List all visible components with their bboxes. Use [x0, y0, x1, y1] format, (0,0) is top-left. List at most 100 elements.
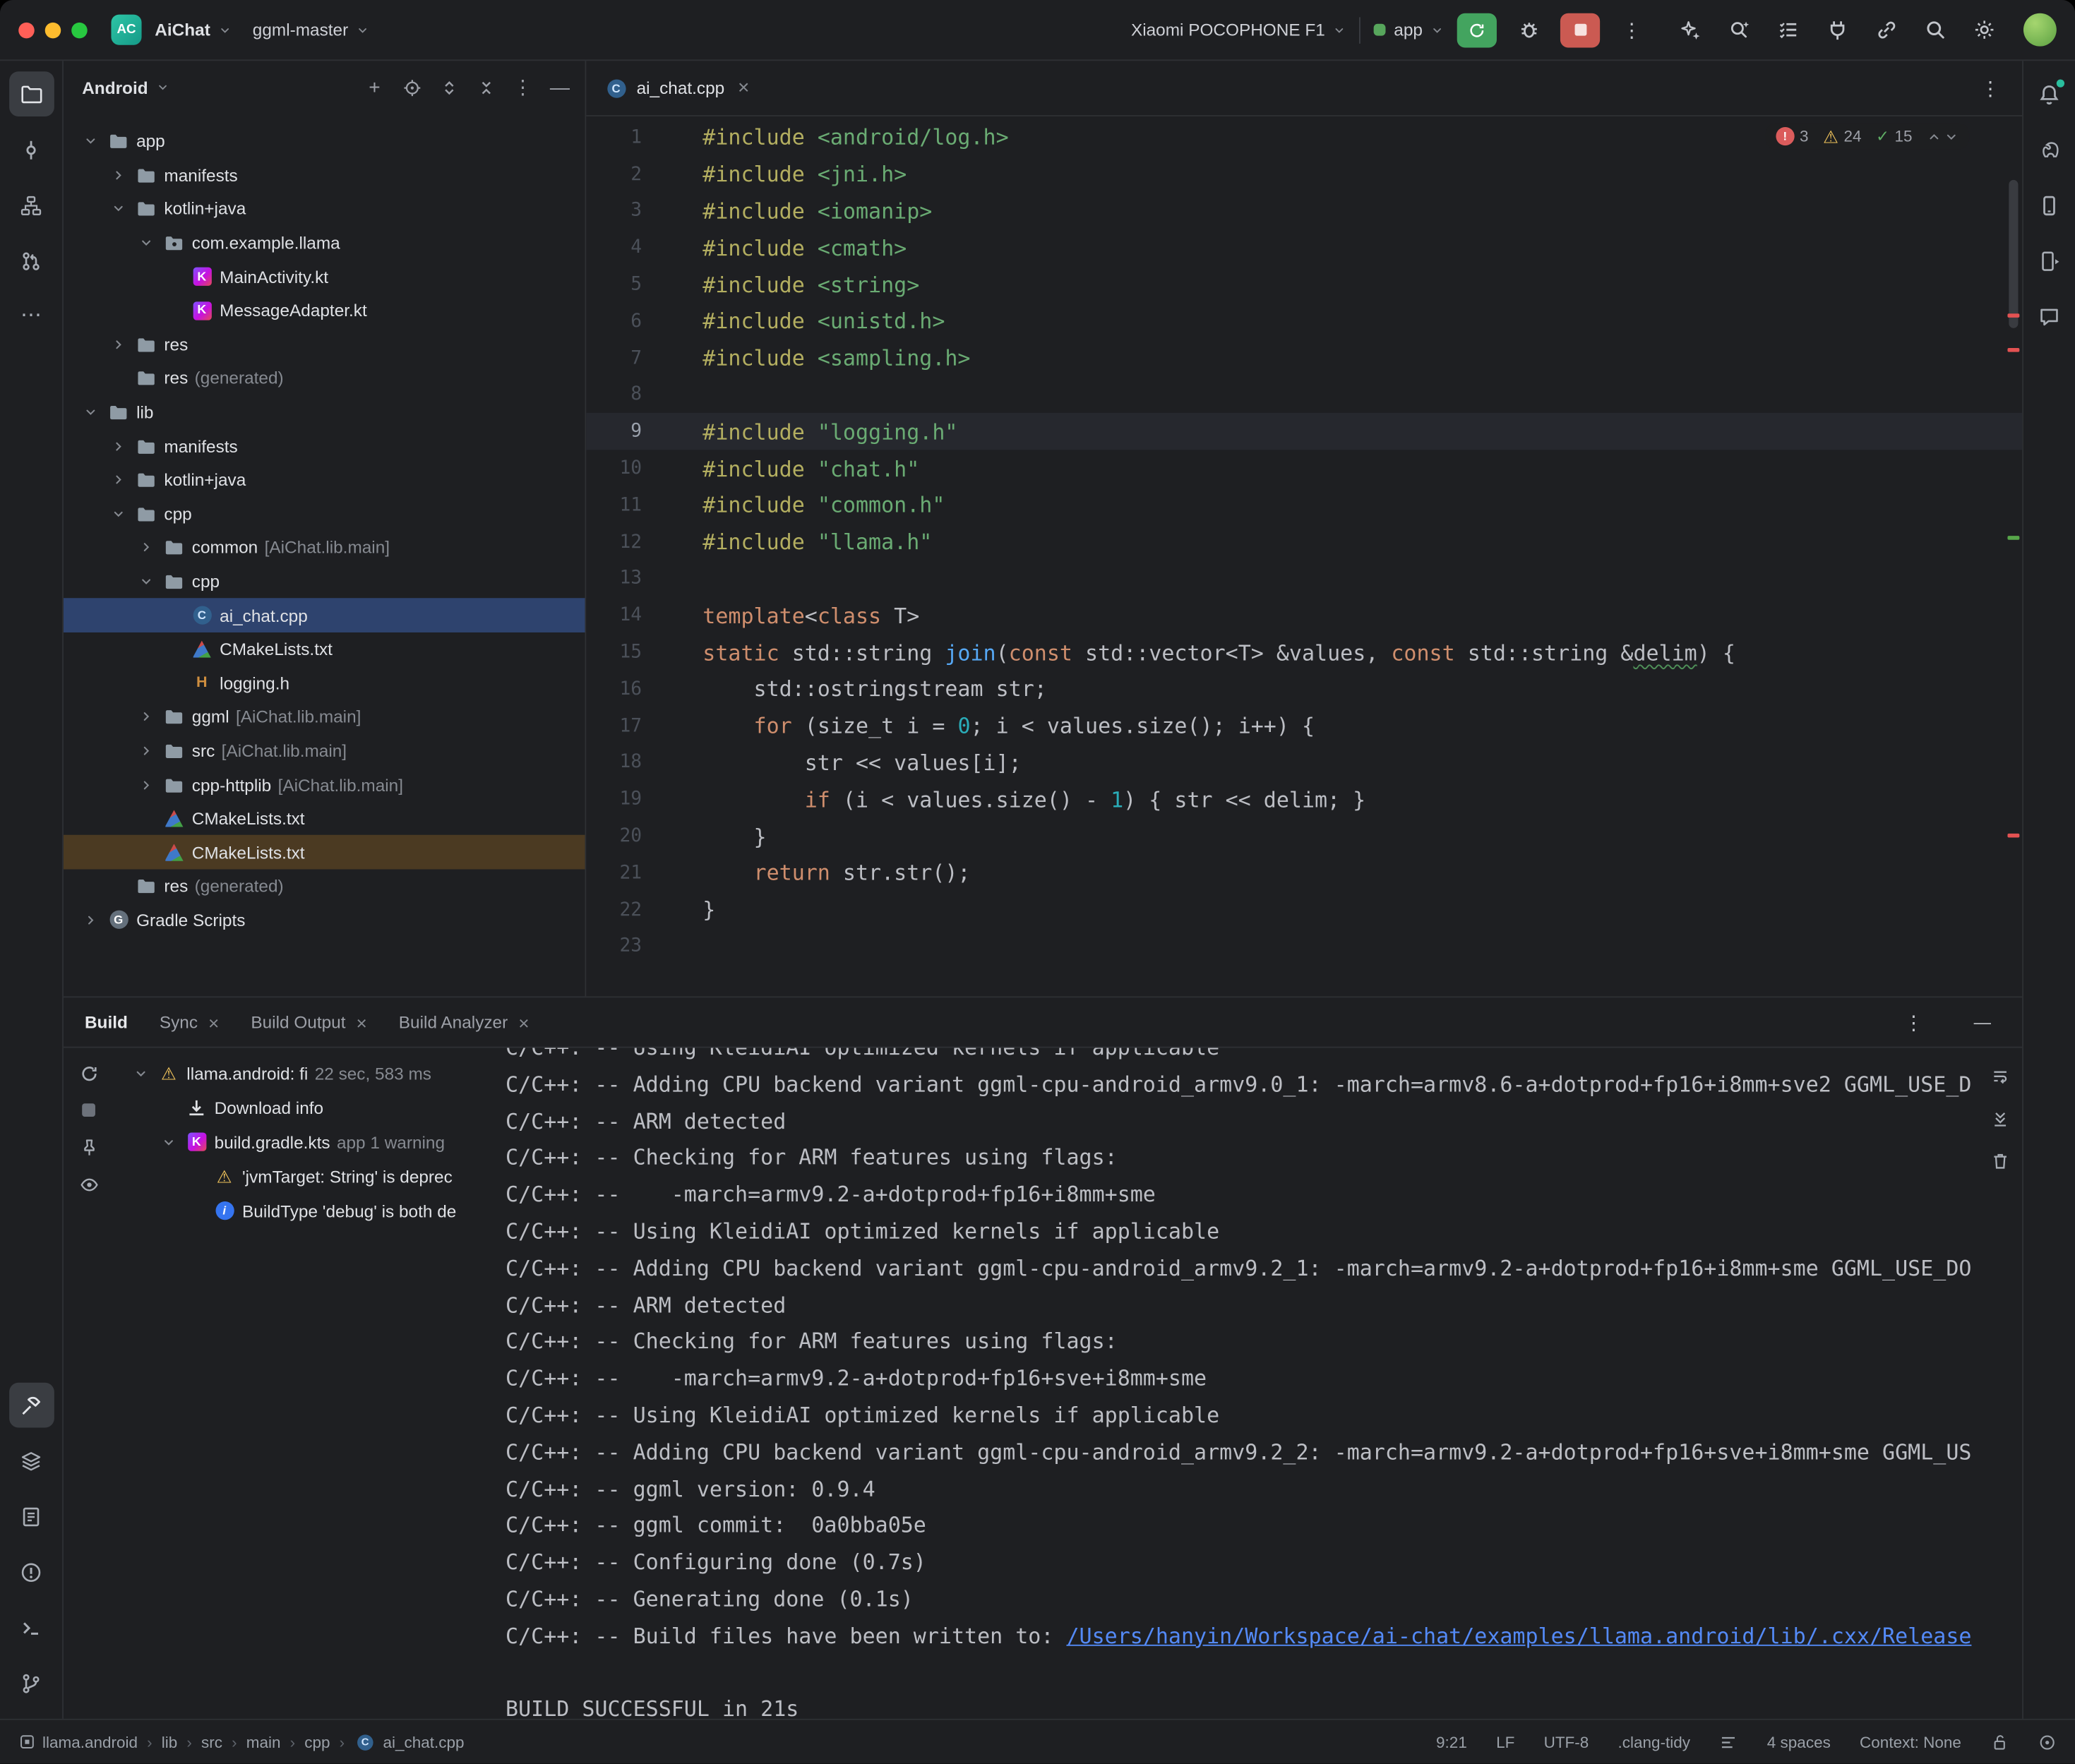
- build-tree-item[interactable]: Download info: [114, 1091, 506, 1125]
- code-line[interactable]: 20 }: [586, 818, 2022, 855]
- code-with-me-button[interactable]: [1867, 11, 1904, 48]
- project-tree-item[interactable]: common[AiChat.lib.main]: [64, 531, 585, 565]
- chevron-right-icon[interactable]: [79, 913, 100, 928]
- clang-tidy[interactable]: .clang-tidy: [1618, 1733, 1691, 1751]
- line-number[interactable]: 8: [586, 384, 702, 405]
- project-tree-item[interactable]: manifests: [64, 429, 585, 463]
- rerun-build-button[interactable]: [71, 1056, 106, 1091]
- project-tree-item[interactable]: com.example.llama: [64, 226, 585, 260]
- project-tree-item[interactable]: kotlin+java: [64, 192, 585, 226]
- highlight-level-icon[interactable]: [2038, 1733, 2057, 1751]
- expand-all-button[interactable]: [431, 70, 466, 104]
- project-selector[interactable]: AiChat: [155, 20, 232, 40]
- console-link[interactable]: /Users/hanyin/Workspace/ai-chat/examples…: [1066, 1623, 1971, 1648]
- rerun-button[interactable]: [1457, 13, 1497, 47]
- task-list-button[interactable]: [1769, 11, 1806, 48]
- avatar[interactable]: [2023, 13, 2057, 47]
- project-tree-item[interactable]: app: [64, 124, 585, 158]
- close-tab-icon[interactable]: ×: [356, 1012, 366, 1033]
- code-line[interactable]: 7#include <sampling.h>: [586, 340, 2022, 376]
- hide-panel-button[interactable]: —: [543, 70, 578, 104]
- project-view-selector[interactable]: Android: [82, 78, 169, 97]
- line-number[interactable]: 3: [586, 200, 702, 222]
- breadcrumb-item[interactable]: main: [246, 1733, 281, 1751]
- change-stripe-mark[interactable]: [2007, 536, 2019, 540]
- ai-actions-button[interactable]: [1671, 11, 1708, 48]
- soft-wrap-button[interactable]: [1983, 1059, 2017, 1093]
- editor-tab[interactable]: C ai_chat.cpp ×: [605, 77, 750, 100]
- line-number[interactable]: 12: [586, 532, 702, 553]
- breadcrumb-item[interactable]: Cai_chat.cpp: [354, 1733, 464, 1751]
- project-tree-item[interactable]: cpp-httplib[AiChat.lib.main]: [64, 768, 585, 802]
- project-tree-item[interactable]: res(generated): [64, 870, 585, 904]
- line-number[interactable]: 1: [586, 127, 702, 148]
- problems-tool-button[interactable]: [8, 1549, 54, 1595]
- pin-tab-button[interactable]: [71, 1130, 106, 1165]
- build-tree-item[interactable]: ⚠'jvmTarget: String' is deprec: [114, 1159, 506, 1194]
- code-line[interactable]: 12#include "llama.h": [586, 524, 2022, 560]
- more-tool-windows-button[interactable]: ⋯: [8, 294, 54, 339]
- build-tree-item[interactable]: ⚠llama.android: fi22 sec, 583 ms: [114, 1056, 506, 1091]
- inspections-widget[interactable]: !3 ⚠24 ✓15: [1765, 123, 1969, 149]
- device-explorer-tool-button[interactable]: [8, 1438, 54, 1483]
- chevron-right-icon[interactable]: [107, 473, 128, 488]
- file-lock-icon[interactable]: [1990, 1733, 2009, 1751]
- minimize-window-button[interactable]: [45, 22, 61, 37]
- pull-requests-tool-button[interactable]: [8, 238, 54, 283]
- caret-position[interactable]: 9:21: [1436, 1733, 1467, 1751]
- project-tree-item[interactable]: KMainActivity.kt: [64, 260, 585, 294]
- close-window-button[interactable]: [18, 22, 34, 37]
- code-line[interactable]: 5#include <string>: [586, 266, 2022, 303]
- code-line[interactable]: 9#include "logging.h": [586, 414, 2022, 450]
- running-devices-tool-button[interactable]: [2027, 238, 2072, 283]
- line-number[interactable]: 22: [586, 899, 702, 920]
- line-number[interactable]: 9: [586, 421, 702, 443]
- code-line[interactable]: 16 std::ostringstream str;: [586, 671, 2022, 707]
- notifications-button[interactable]: [2027, 71, 2072, 116]
- new-item-button[interactable]: +: [357, 70, 392, 104]
- error-count[interactable]: !3: [1776, 127, 1808, 145]
- project-tree-item[interactable]: CMakeLists.txt: [64, 836, 585, 870]
- code-line[interactable]: 22}: [586, 892, 2022, 928]
- code-line[interactable]: 2#include <jni.h>: [586, 156, 2022, 193]
- branch-selector[interactable]: ggml-master: [245, 20, 370, 40]
- editor-scrollbar[interactable]: [2009, 180, 2018, 328]
- project-tree-item[interactable]: kotlin+java: [64, 463, 585, 497]
- error-stripe-mark[interactable]: [2007, 834, 2019, 838]
- line-number[interactable]: 10: [586, 458, 702, 479]
- project-tree-item[interactable]: lib: [64, 395, 585, 429]
- code-line[interactable]: 21 return str.str();: [586, 855, 2022, 892]
- terminal-tool-button[interactable]: [8, 1605, 54, 1650]
- line-number[interactable]: 4: [586, 237, 702, 258]
- build-tree-item[interactable]: iBuildType 'debug' is both de: [114, 1194, 506, 1228]
- commit-tool-button[interactable]: [8, 127, 54, 172]
- warning-count[interactable]: ⚠24: [1823, 127, 1861, 145]
- chevron-down-icon[interactable]: [157, 1134, 179, 1149]
- project-tree-item[interactable]: GGradle Scripts: [64, 904, 585, 937]
- clear-console-button[interactable]: [1983, 1143, 2017, 1177]
- close-tab-icon[interactable]: ×: [518, 1012, 529, 1033]
- device-manager-tool-button[interactable]: [2027, 183, 2072, 228]
- breadcrumb-item[interactable]: lib: [162, 1733, 178, 1751]
- search-with-ai-button[interactable]: [1721, 11, 1757, 48]
- run-configuration-selector[interactable]: app: [1374, 20, 1444, 40]
- chevron-down-icon[interactable]: [135, 236, 156, 251]
- run-context[interactable]: Context: None: [1860, 1733, 1961, 1751]
- code-line[interactable]: 10#include "chat.h": [586, 450, 2022, 487]
- code-line[interactable]: 19 if (i < values.size() - 1) { str << d…: [586, 781, 2022, 818]
- line-number[interactable]: 17: [586, 715, 702, 736]
- line-number[interactable]: 16: [586, 678, 702, 700]
- chevron-right-icon[interactable]: [135, 777, 156, 792]
- chevron-right-icon[interactable]: [107, 439, 128, 454]
- error-stripe-mark[interactable]: [2007, 348, 2019, 352]
- chevron-right-icon[interactable]: [107, 168, 128, 183]
- line-number[interactable]: 2: [586, 164, 702, 185]
- chevron-down-icon[interactable]: [135, 575, 156, 589]
- search-everywhere-button[interactable]: [1916, 11, 1953, 48]
- line-number[interactable]: 7: [586, 347, 702, 368]
- panel-options-button[interactable]: ⋮: [506, 70, 540, 104]
- chevron-down-icon[interactable]: [107, 202, 128, 217]
- code-line[interactable]: 15static std::string join(const std::vec…: [586, 634, 2022, 671]
- line-number[interactable]: 20: [586, 826, 702, 847]
- line-number[interactable]: 18: [586, 752, 702, 773]
